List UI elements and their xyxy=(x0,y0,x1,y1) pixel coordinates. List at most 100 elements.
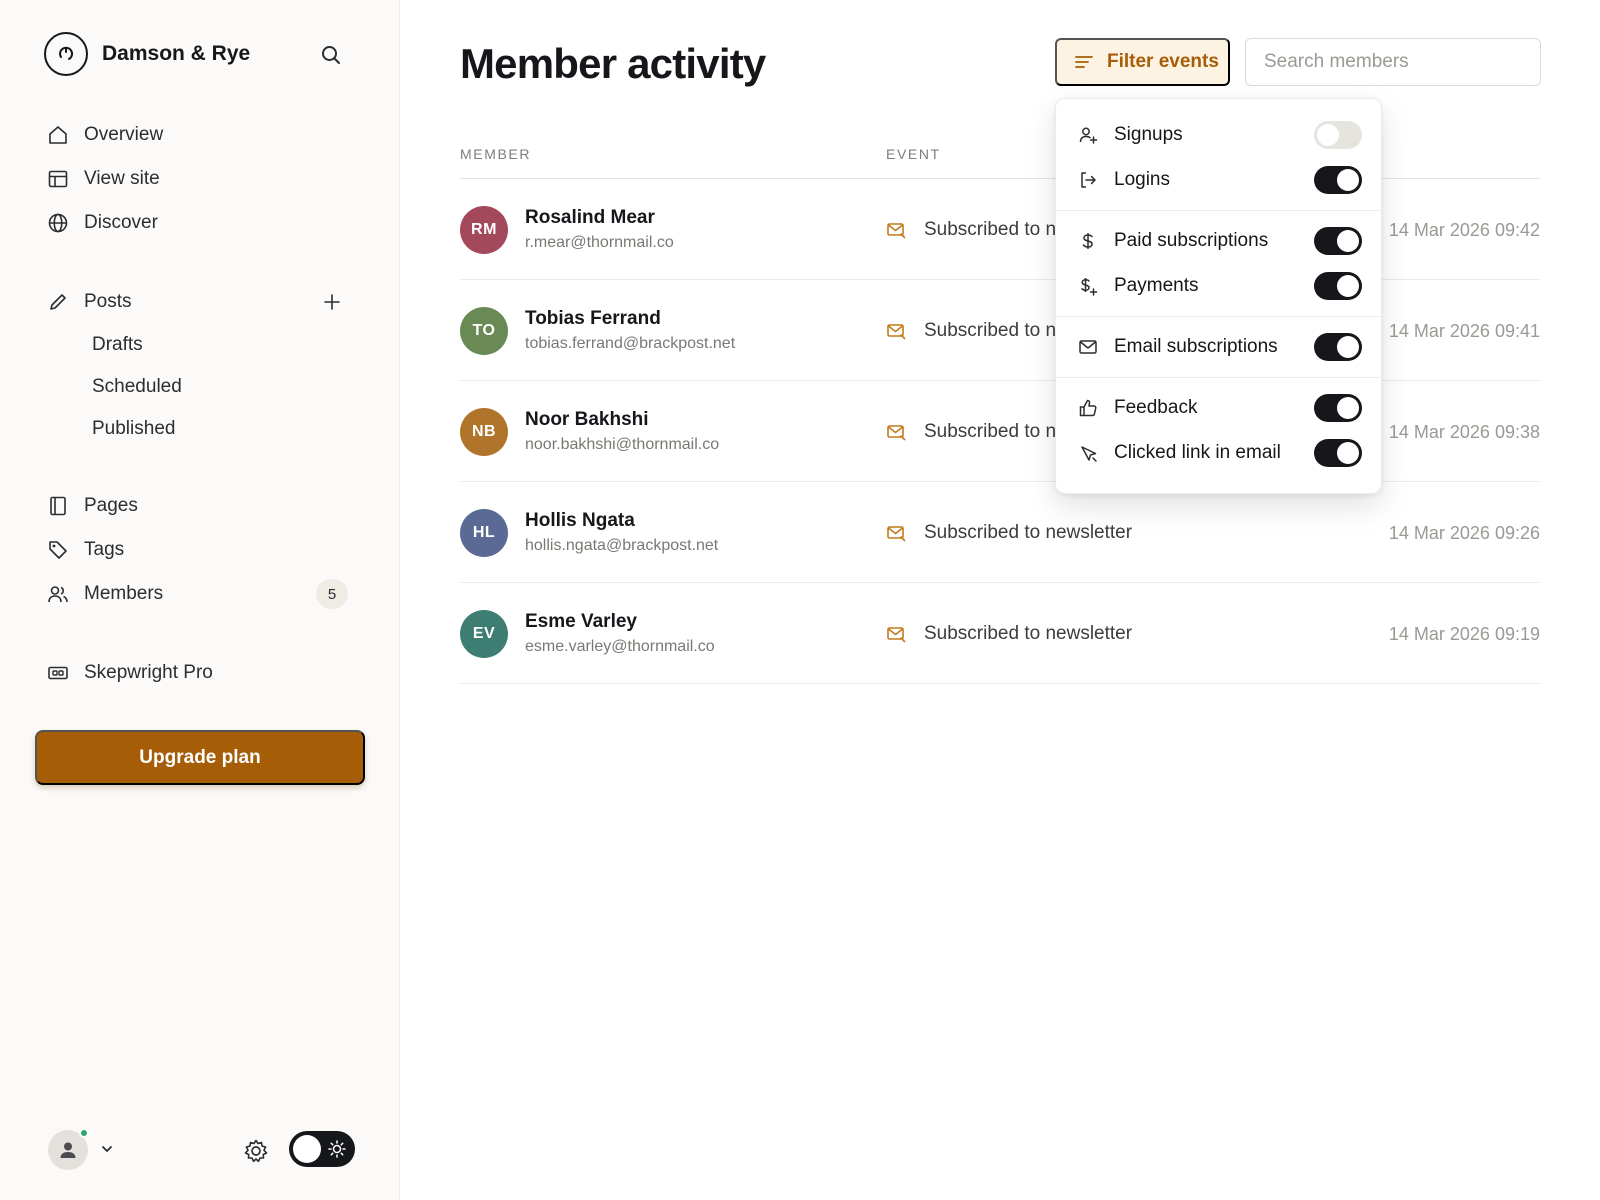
filter-option-logins[interactable]: Logins xyxy=(1056,158,1383,202)
login-icon xyxy=(1078,170,1098,190)
envelope-icon xyxy=(1078,337,1098,357)
brand-logo-icon xyxy=(44,32,88,76)
sidebar-item-overview[interactable]: Overview xyxy=(46,113,362,157)
sidebar-item-label: Posts xyxy=(84,291,132,312)
thumbs-up-icon xyxy=(1078,398,1098,418)
toggle-knob xyxy=(1317,124,1339,146)
filter-option-label: Clicked link in email xyxy=(1114,442,1281,463)
member-email: noor.bakhshi@thornmail.co xyxy=(525,436,720,453)
event-timestamp: 14 Mar 2026 09:19 xyxy=(1388,624,1540,644)
toggle-knob xyxy=(1337,230,1359,252)
avatar: TO xyxy=(460,307,508,355)
brand[interactable]: Damson & Rye xyxy=(44,32,250,76)
theme-toggle[interactable] xyxy=(289,1131,355,1167)
sidebar-item-members[interactable]: Members 5 xyxy=(46,572,362,616)
member-email: tobias.ferrand@brackpost.net xyxy=(525,335,736,352)
globe-icon xyxy=(46,211,70,235)
column-header-event: EVENT xyxy=(886,146,941,162)
filter-events-dropdown: Signups Logins Paid subscriptions Payments E… xyxy=(1055,98,1383,494)
filter-toggle-clicked-link-in-email[interactable] xyxy=(1314,439,1362,467)
event-description: Subscribed to n xyxy=(924,421,1057,442)
sun-icon xyxy=(327,1139,347,1159)
sidebar-item-published[interactable]: Published xyxy=(46,408,362,450)
table-row[interactable]: HL Hollis Ngata hollis.ngata@brackpost.net… xyxy=(460,482,1540,583)
filter-option-feedback[interactable]: Feedback xyxy=(1056,386,1383,430)
filter-toggle-logins[interactable] xyxy=(1314,166,1362,194)
page-title: Member activity xyxy=(460,40,766,87)
sidebar-item-view-site[interactable]: View site xyxy=(46,157,362,201)
sidebar-item-scheduled[interactable]: Scheduled xyxy=(46,366,362,408)
theme-toggle-knob xyxy=(293,1135,321,1163)
member-email: esme.varley@thornmail.co xyxy=(525,638,715,655)
home-icon xyxy=(46,123,70,147)
sidebar-item-pages[interactable]: Pages xyxy=(46,484,362,528)
gear-icon[interactable] xyxy=(242,1137,270,1165)
event-timestamp: 14 Mar 2026 09:26 xyxy=(1388,523,1540,543)
table-row[interactable]: EV Esme Varley esme.varley@thornmail.co Sub… xyxy=(460,583,1540,684)
search-members-input[interactable] xyxy=(1245,38,1541,86)
add-post-button[interactable] xyxy=(320,290,344,314)
toggle-knob xyxy=(1337,169,1359,191)
dollar-icon xyxy=(1078,231,1098,251)
filter-toggle-signups[interactable] xyxy=(1314,121,1362,149)
filter-option-label: Email subscriptions xyxy=(1114,336,1278,357)
avatar: HL xyxy=(460,509,508,557)
filter-option-clicked-link-in-email[interactable]: Clicked link in email xyxy=(1056,431,1383,475)
filter-toggle-email-subscriptions[interactable] xyxy=(1314,333,1362,361)
sidebar-item-discover[interactable]: Discover xyxy=(46,201,362,245)
sidebar-item-label: Discover xyxy=(84,212,158,233)
upgrade-plan-button[interactable]: Upgrade plan xyxy=(35,730,365,785)
newsletter-envelope-icon xyxy=(886,220,906,240)
member-name: Rosalind Mear xyxy=(525,207,655,228)
tag-icon xyxy=(46,538,70,562)
sidebar: Damson & Rye Overview View site Discover… xyxy=(0,0,400,1200)
chevron-down-icon[interactable] xyxy=(98,1140,116,1158)
search-icon[interactable] xyxy=(318,42,344,68)
secondary-nav: Pages Tags Members 5 xyxy=(46,484,362,616)
online-status-dot xyxy=(79,1128,89,1138)
newsletter-envelope-icon xyxy=(886,523,906,543)
sidebar-item-posts[interactable]: Posts xyxy=(46,280,362,324)
user-icon xyxy=(60,1142,76,1158)
toggle-knob xyxy=(1337,442,1359,464)
member-name: Noor Bakhshi xyxy=(525,409,649,430)
sidebar-footer xyxy=(48,1128,358,1172)
members-icon xyxy=(46,582,70,606)
newsletter-envelope-icon xyxy=(886,422,906,442)
filter-events-button[interactable]: Filter events xyxy=(1055,38,1230,86)
menu-divider xyxy=(1056,377,1383,378)
sidebar-item-label: Pages xyxy=(84,495,138,516)
primary-nav: Overview View site Discover xyxy=(46,113,362,245)
ticket-icon xyxy=(46,661,70,685)
newsletter-envelope-icon xyxy=(886,624,906,644)
event-description: Subscribed to newsletter xyxy=(924,522,1133,543)
filter-events-label: Filter events xyxy=(1107,51,1219,72)
filter-option-email-subscriptions[interactable]: Email subscriptions xyxy=(1056,325,1383,369)
sidebar-item-tags[interactable]: Tags xyxy=(46,528,362,572)
member-email: hollis.ngata@brackpost.net xyxy=(525,537,719,554)
filter-toggle-paid-subscriptions[interactable] xyxy=(1314,227,1362,255)
event-description: Subscribed to newsletter xyxy=(924,623,1133,644)
posts-nav: Posts Drafts Scheduled Published xyxy=(46,280,362,450)
members-count-badge: 5 xyxy=(316,579,348,609)
member-name: Hollis Ngata xyxy=(525,510,635,531)
pencil-icon xyxy=(46,290,70,314)
sidebar-item-skepwright-pro[interactable]: Skepwright Pro xyxy=(46,651,362,695)
event-description: Subscribed to n xyxy=(924,219,1057,240)
member-name: Esme Varley xyxy=(525,611,637,632)
filter-option-signups[interactable]: Signups xyxy=(1056,113,1383,157)
sidebar-item-label: View site xyxy=(84,168,160,189)
main-content: Member activity Filter events MEMBER EVE… xyxy=(400,0,1600,1200)
column-header-member: MEMBER xyxy=(460,146,532,162)
avatar: EV xyxy=(460,610,508,658)
filter-option-label: Logins xyxy=(1114,169,1170,190)
filter-toggle-payments[interactable] xyxy=(1314,272,1362,300)
sidebar-item-drafts[interactable]: Drafts xyxy=(46,324,362,366)
page-icon xyxy=(46,494,70,518)
filter-option-payments[interactable]: Payments xyxy=(1056,264,1383,308)
layout-icon xyxy=(46,167,70,191)
filter-toggle-feedback[interactable] xyxy=(1314,394,1362,422)
event-timestamp: 14 Mar 2026 09:38 xyxy=(1388,422,1540,442)
filter-option-paid-subscriptions[interactable]: Paid subscriptions xyxy=(1056,219,1383,263)
toggle-knob xyxy=(1337,397,1359,419)
